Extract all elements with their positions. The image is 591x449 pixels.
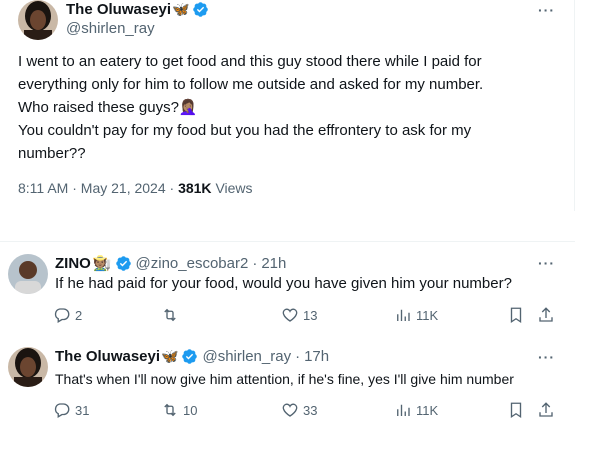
author-handle-row[interactable]: @shirlen_ray (66, 20, 155, 37)
tweet-line-3: Who raised these guys?🤦🏽‍♀️ (18, 96, 568, 119)
analytics-icon (397, 404, 410, 416)
more-options-icon[interactable]: ··· (538, 255, 555, 271)
tweet-body: I went to an eatery to get food and this… (18, 50, 568, 165)
views-count: 381K (178, 180, 212, 196)
like-count: 33 (303, 402, 318, 418)
reply-icon (54, 308, 70, 323)
share-icon (539, 402, 553, 417)
reply-tweet: ZINO 🧑🏽‍🌾 @zino_escobar2 · 21h ··· If he… (0, 242, 575, 340)
tweet-meta: 8:11 AM · May 21, 2024 · 381K Views (18, 180, 253, 196)
views-count: 11K (416, 307, 439, 323)
share-icon (539, 307, 553, 322)
action-bar: 2 13 11K (53, 306, 563, 326)
more-options-icon[interactable]: ··· (538, 349, 555, 365)
bookmark-icon (510, 402, 522, 419)
share-action[interactable] (537, 401, 555, 419)
reply-age[interactable]: 17h (304, 348, 329, 365)
reply-action[interactable]: 31 (53, 401, 89, 419)
heart-icon (282, 308, 298, 322)
repost-action[interactable]: 10 (161, 401, 197, 419)
repost-action[interactable] (161, 306, 183, 324)
separator: · (72, 180, 77, 196)
bookmark-icon (510, 307, 522, 324)
tweet-line-1: I went to an eatery to get food and this… (18, 53, 482, 70)
repost-count: 10 (183, 402, 198, 418)
reply-count: 2 (75, 307, 83, 323)
reply-author-handle[interactable]: @zino_escobar2 (136, 255, 249, 272)
main-tweet: The Oluwaseyi 🦋 @shirlen_ray ··· I went … (0, 0, 575, 211)
reply-tweet: The Oluwaseyi 🦋 @shirlen_ray · 17h ··· T… (0, 340, 575, 440)
more-options-icon[interactable]: ··· (538, 2, 555, 18)
repost-icon (164, 308, 176, 322)
bookmark-action[interactable] (507, 306, 525, 324)
repost-icon (164, 403, 176, 417)
views-label: Views (215, 180, 253, 196)
heart-icon (282, 403, 298, 417)
reply-avatar[interactable] (8, 254, 48, 294)
reply-action[interactable]: 2 (53, 306, 82, 324)
facepalm-emoji: 🤦🏽‍♀️ (178, 99, 198, 116)
verified-badge-icon (193, 2, 209, 17)
reply-icon (54, 403, 70, 418)
reply-author-row[interactable]: ZINO 🧑🏽‍🌾 @zino_escobar2 · 21h (55, 254, 286, 273)
reply-author-row[interactable]: The Oluwaseyi 🦋 @shirlen_ray · 17h (55, 348, 329, 365)
separator: · (252, 254, 258, 272)
tweet-line-4: You couldn't pay for my food but you had… (18, 122, 472, 139)
bookmark-action[interactable] (507, 401, 525, 419)
like-action[interactable]: 33 (281, 401, 317, 419)
verified-badge-icon (182, 349, 198, 364)
author-name-row[interactable]: The Oluwaseyi 🦋 (66, 1, 209, 18)
analytics-icon (397, 309, 410, 321)
views-action[interactable]: 11K (394, 306, 438, 324)
butterfly-emoji: 🦋 (172, 1, 190, 17)
reply-text: If he had paid for your food, would you … (55, 275, 512, 292)
share-action[interactable] (537, 306, 555, 324)
views-action[interactable]: 11K (394, 401, 438, 419)
reply-author-name[interactable]: ZINO (55, 255, 91, 272)
tweet-line-5: number?? (18, 145, 86, 162)
author-name[interactable]: The Oluwaseyi (66, 1, 171, 18)
tweet-line-3-text: Who raised these guys? (18, 99, 179, 116)
separator: · (169, 180, 175, 196)
action-bar: 31 10 33 11K (53, 401, 563, 421)
verified-badge-icon (115, 255, 131, 271)
reply-author-name[interactable]: The Oluwaseyi (55, 348, 160, 365)
farmer-emoji: 🧑🏽‍🌾 (92, 255, 112, 272)
tweet-date[interactable]: May 21, 2024 (81, 180, 166, 196)
tweet-time[interactable]: 8:11 AM (18, 180, 68, 196)
separator: · (295, 348, 301, 365)
like-count: 13 (303, 307, 318, 323)
reply-age[interactable]: 21h (261, 255, 286, 272)
author-avatar[interactable] (18, 0, 58, 40)
reply-avatar[interactable] (8, 347, 48, 387)
tweet-line-2: everything only for him to follow me out… (18, 76, 484, 93)
reply-text: That's when I'll now give him attention,… (55, 371, 514, 387)
author-handle[interactable]: @shirlen_ray (66, 20, 155, 37)
butterfly-emoji: 🦋 (161, 348, 179, 364)
views-count: 11K (416, 402, 439, 418)
reply-count: 31 (75, 402, 90, 418)
like-action[interactable]: 13 (281, 306, 317, 324)
reply-author-handle[interactable]: @shirlen_ray (202, 348, 291, 365)
